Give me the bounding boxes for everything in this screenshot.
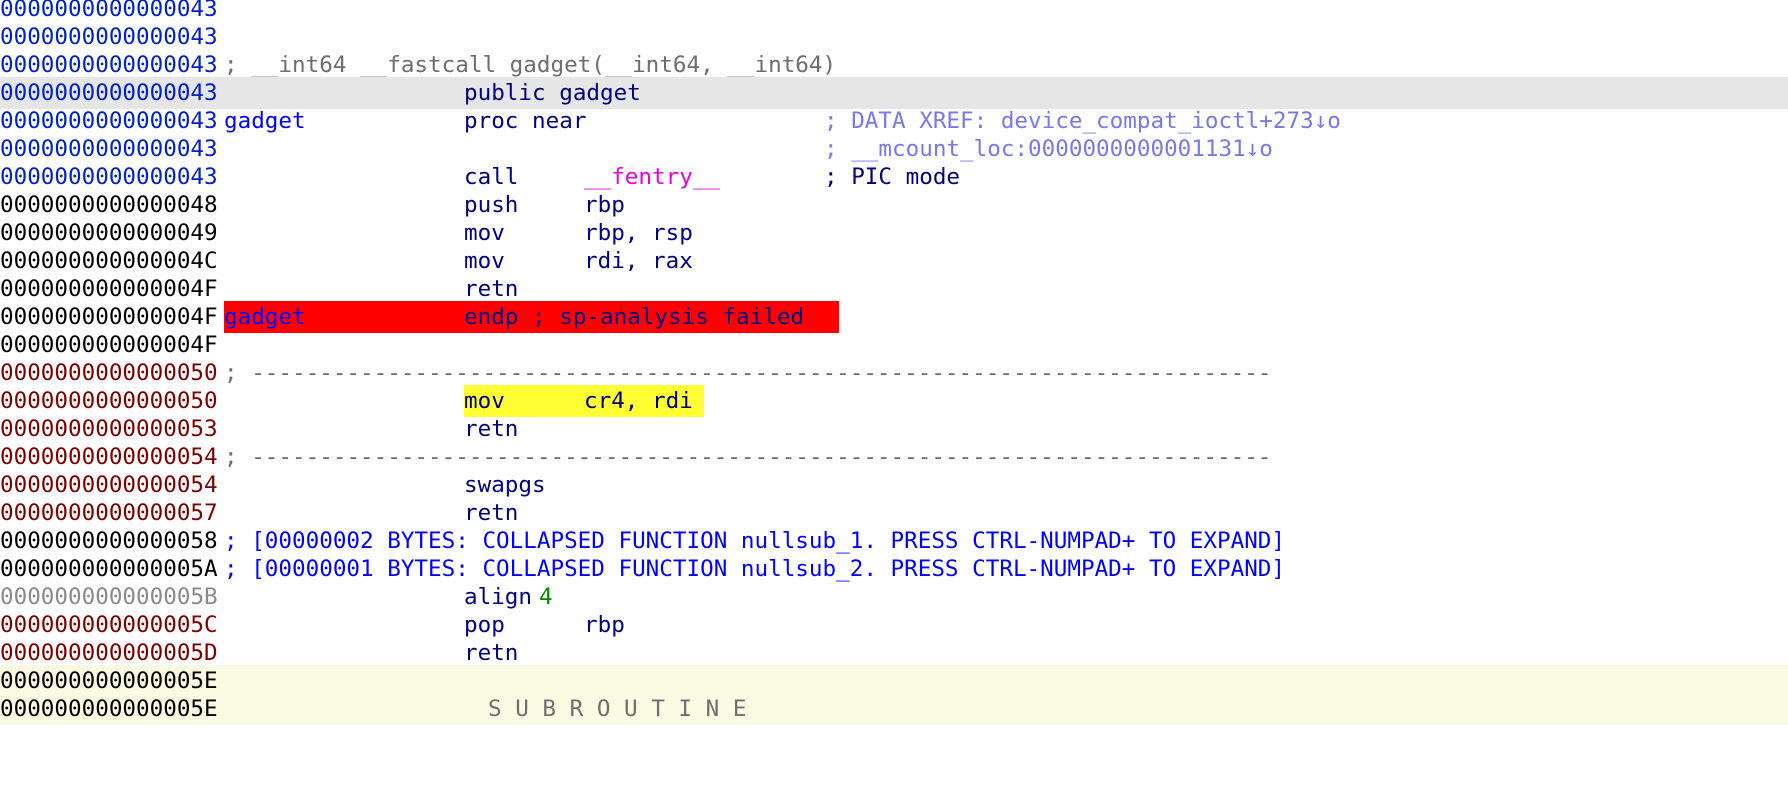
disasm-line[interactable]: 000000000000005E S U B R O U T I N E — [0, 693, 1788, 725]
address: 000000000000005E — [0, 696, 218, 722]
ida-disassembly-view[interactable]: 0000000000000043 0000000000000043 000000… — [0, 0, 1788, 805]
subroutine-header: S U B R O U T I N E — [488, 696, 747, 722]
